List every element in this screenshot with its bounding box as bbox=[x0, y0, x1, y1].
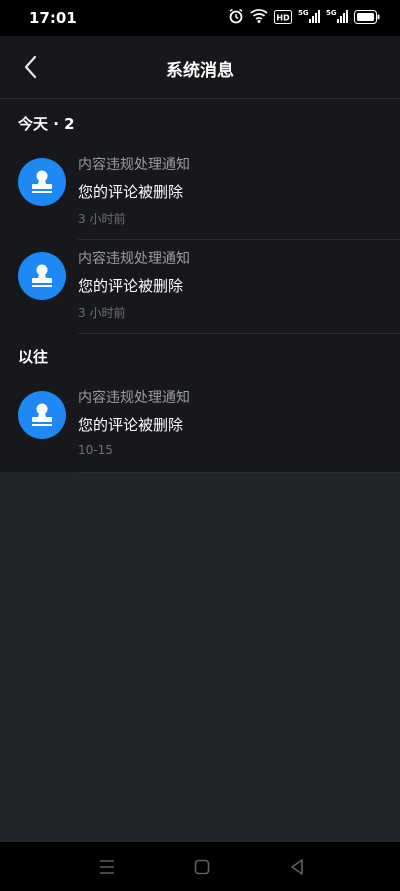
item-text: 您的评论被删除 bbox=[78, 183, 184, 201]
item-title: 内容违规处理通知 bbox=[78, 157, 190, 173]
list-item[interactable]: 内容违规处理通知 您的评论被删除 10-15 bbox=[0, 379, 400, 473]
list-item[interactable]: 内容违规处理通知 您的评论被删除 3 小时前 bbox=[0, 240, 400, 334]
status-bar: 17:01 HD 5G 5G bbox=[0, 0, 400, 36]
item-text: 您的评论被删除 bbox=[78, 416, 184, 434]
navigation-bar bbox=[0, 842, 400, 891]
wifi-icon bbox=[250, 8, 268, 28]
section-title-today: 今天 · 2 bbox=[18, 115, 75, 133]
menu-icon bbox=[100, 860, 114, 874]
app-content: 系统消息 今天 · 2 内容违规处理通知 您的评论被删除 3 小时前 内容违规处… bbox=[0, 36, 400, 473]
menu-button[interactable] bbox=[96, 856, 118, 878]
item-text: 您的评论被删除 bbox=[78, 277, 184, 295]
svg-text:5G: 5G bbox=[298, 9, 309, 17]
signal-5g-icon: 5G bbox=[326, 8, 348, 28]
divider bbox=[78, 333, 400, 334]
item-time: 3 小时前 bbox=[78, 212, 126, 226]
item-time: 3 小时前 bbox=[78, 306, 126, 320]
svg-text:5G: 5G bbox=[326, 9, 337, 17]
home-square-icon bbox=[194, 859, 210, 875]
item-time: 10-15 bbox=[78, 443, 113, 457]
back-nav-button[interactable] bbox=[286, 856, 308, 878]
header: 系统消息 bbox=[0, 36, 400, 99]
svg-text:HD: HD bbox=[276, 13, 290, 22]
avatar bbox=[18, 252, 66, 300]
avatar bbox=[18, 391, 66, 439]
avatar bbox=[18, 158, 66, 206]
status-time: 17:01 bbox=[29, 9, 77, 27]
list-item[interactable]: 内容违规处理通知 您的评论被删除 3 小时前 bbox=[0, 146, 400, 240]
triangle-back-icon bbox=[291, 859, 303, 875]
hd-icon: HD bbox=[274, 9, 292, 28]
divider bbox=[78, 472, 400, 473]
signal-5g-icon: 5G bbox=[298, 8, 320, 28]
item-title: 内容违规处理通知 bbox=[78, 251, 190, 267]
item-title: 内容违规处理通知 bbox=[78, 390, 190, 406]
page-title: 系统消息 bbox=[166, 61, 234, 81]
stamp-icon bbox=[32, 170, 52, 193]
alarm-icon bbox=[228, 8, 244, 28]
status-icons: HD 5G 5G bbox=[228, 8, 380, 28]
section-title-past: 以往 bbox=[18, 348, 49, 366]
battery-icon bbox=[354, 9, 380, 28]
stamp-icon bbox=[32, 264, 52, 287]
home-button[interactable] bbox=[191, 856, 213, 878]
stamp-icon bbox=[32, 403, 52, 426]
